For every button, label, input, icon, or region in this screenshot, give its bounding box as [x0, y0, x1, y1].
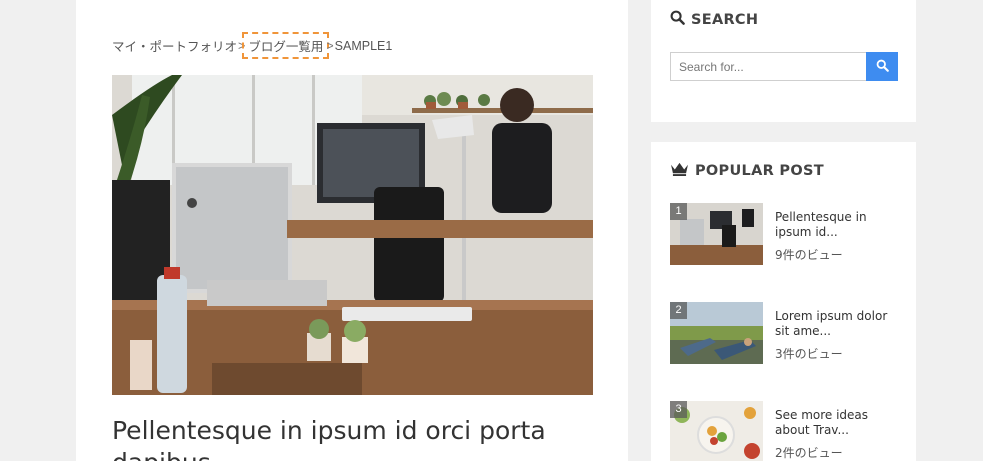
search-widget: SEARCH: [651, 0, 916, 122]
popular-post-thumbnail[interactable]: 2: [670, 302, 763, 364]
popular-post-thumbnail[interactable]: 3: [670, 401, 763, 461]
popular-post-title[interactable]: Pellentesque in ipsum id...: [775, 210, 903, 239]
breadcrumb-separator: >: [238, 38, 246, 53]
breadcrumb-separator: >: [326, 38, 334, 53]
popular-post-item[interactable]: 3 See more ideas about Trav... 2件のビュー: [670, 401, 900, 461]
main-content: マイ・ポートフォリオ > ブログ一覧用 > SAMPLE1 Pellentesq…: [76, 0, 628, 461]
popular-post-views: 9件のビュー: [775, 248, 843, 262]
search-icon: [876, 59, 889, 75]
crown-icon: [670, 161, 695, 180]
post-title[interactable]: Pellentesque in ipsum id orci porta dapi…: [112, 415, 592, 461]
breadcrumb: マイ・ポートフォリオ > ブログ一覧用 > SAMPLE1: [112, 32, 393, 59]
popular-post-views: 3件のビュー: [775, 347, 843, 361]
popular-post-title[interactable]: See more ideas about Trav...: [775, 408, 903, 437]
popular-post-item[interactable]: 2 Lorem ipsum dolor sit ame... 3件のビュー: [670, 302, 900, 364]
search-input[interactable]: [670, 52, 866, 81]
breadcrumb-blog-list-link[interactable]: ブログ一覧用: [242, 32, 330, 59]
popular-widget-heading: POPULAR POST: [670, 161, 824, 180]
search-button[interactable]: [866, 52, 898, 81]
post-featured-image: [112, 75, 593, 395]
popular-widget-title: POPULAR POST: [695, 162, 824, 179]
breadcrumb-current: SAMPLE1: [334, 38, 393, 53]
popular-post-rank: 3: [670, 401, 687, 418]
popular-post-rank: 2: [670, 302, 687, 319]
search-icon: [670, 10, 691, 29]
search-widget-title: SEARCH: [691, 11, 759, 28]
breadcrumb-home-link[interactable]: マイ・ポートフォリオ: [112, 36, 237, 55]
popular-post-widget: POPULAR POST 1 Pellentesque in ipsum id.…: [651, 142, 916, 461]
popular-post-rank: 1: [670, 203, 687, 220]
popular-post-title[interactable]: Lorem ipsum dolor sit ame...: [775, 309, 903, 338]
popular-post-thumbnail[interactable]: 1: [670, 203, 763, 265]
popular-post-item[interactable]: 1 Pellentesque in ipsum id... 9件のビュー: [670, 203, 900, 265]
search-widget-heading: SEARCH: [670, 10, 758, 29]
popular-post-views: 2件のビュー: [775, 446, 843, 460]
